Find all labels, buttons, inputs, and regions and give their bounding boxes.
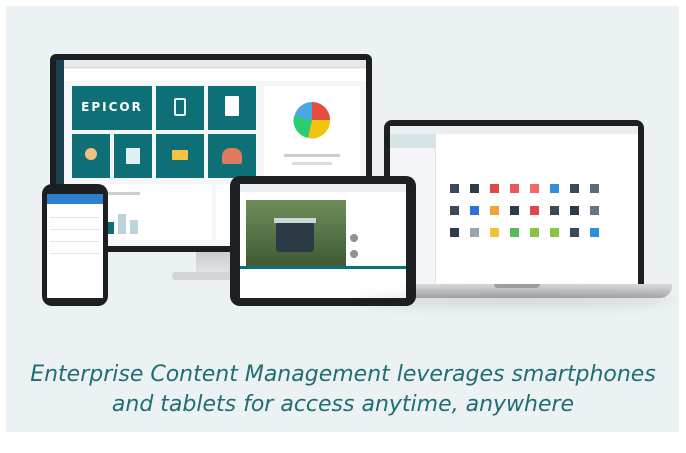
- laptop-app-grid: [446, 184, 630, 256]
- app-icon-grid[interactable]: [446, 184, 630, 256]
- golf-cart-roof: [274, 218, 316, 223]
- golf-cart-image: [276, 222, 314, 252]
- tile-scan[interactable]: [114, 134, 152, 178]
- phone-screen: [47, 194, 103, 298]
- list-item[interactable]: [50, 210, 100, 218]
- tile-clipboard[interactable]: [156, 86, 204, 130]
- tile-mail[interactable]: [156, 134, 204, 178]
- tablet: [230, 176, 416, 306]
- clipboard-icon: [174, 98, 186, 116]
- tablet-comments: [350, 200, 400, 270]
- monitor-stand-neck: [196, 252, 230, 274]
- tablet-footer: [240, 266, 406, 269]
- caption-line-2: and tablets for access anytime, anywhere: [111, 392, 575, 417]
- monitor-topbar: [64, 60, 366, 68]
- list-item[interactable]: [50, 222, 100, 230]
- scan-icon: [126, 148, 140, 164]
- tile-logo[interactable]: EPICOR: [72, 86, 152, 130]
- tablet-screen: [240, 184, 406, 298]
- people-icon: [222, 148, 242, 164]
- tile-people[interactable]: [208, 134, 256, 178]
- tile-grid: EPICOR: [72, 86, 258, 178]
- pie-chart: [284, 102, 340, 165]
- phone-list: [50, 210, 100, 290]
- list-item[interactable]: [50, 234, 100, 242]
- pie-chart-panel: [264, 86, 360, 178]
- epicor-logo: EPICOR: [81, 100, 143, 114]
- tablet-photo[interactable]: [246, 200, 346, 266]
- monitor-subbar: [64, 69, 366, 81]
- phone-header: [47, 194, 103, 204]
- avatar: [350, 234, 358, 242]
- laptop: [384, 120, 644, 284]
- caption-line-1: Enterprise Content Management leverages …: [30, 362, 656, 387]
- laptop-notch: [494, 284, 540, 288]
- mail-icon: [172, 150, 188, 160]
- tablet-topbar: [240, 184, 406, 192]
- laptop-sidebar-header: [390, 134, 436, 148]
- document-icon: [225, 96, 239, 116]
- list-item[interactable]: [50, 246, 100, 254]
- avatar: [350, 250, 358, 258]
- smartphone: [42, 184, 108, 306]
- laptop-topbar: [390, 126, 638, 134]
- tile-document[interactable]: [208, 86, 256, 130]
- tile-person[interactable]: [72, 134, 110, 178]
- floor-shadow: [360, 294, 674, 306]
- person-icon: [85, 148, 97, 160]
- laptop-screen: [390, 126, 638, 284]
